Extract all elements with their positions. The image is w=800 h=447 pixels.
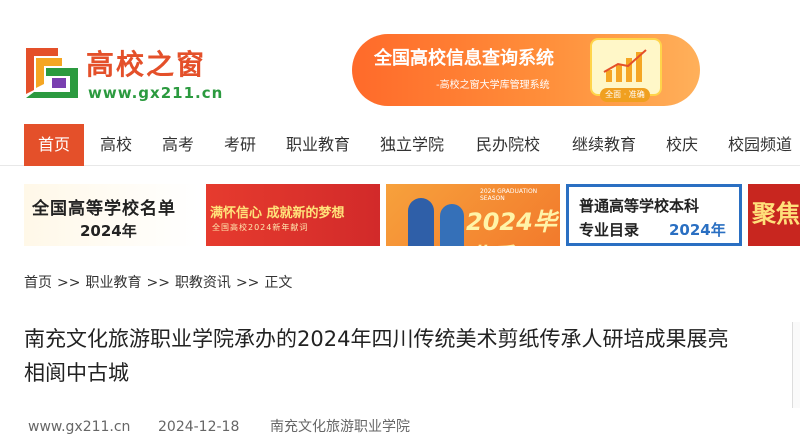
breadcrumb-home[interactable]: 首页 — [24, 272, 52, 294]
banner-line: 2024 GRADUATION SEASON — [480, 188, 538, 202]
main-nav: 首页 高校 高考 考研 职业教育 独立学院 民办院校 继续教育 校庆 校园频道 — [0, 124, 800, 166]
nav-item-vocational[interactable]: 职业教育 — [280, 124, 356, 166]
breadcrumb-current: 正文 — [264, 275, 293, 291]
nav-item-universities[interactable]: 高校 — [90, 124, 142, 166]
breadcrumb-separator: >> — [235, 275, 260, 291]
nav-item-postgrad[interactable]: 考研 — [214, 124, 266, 166]
banner-line: 聚焦 — [752, 200, 800, 228]
banner-line: 2024年 — [669, 221, 726, 239]
nav-item-continuing[interactable]: 继续教育 — [564, 124, 644, 166]
breadcrumb-vocational[interactable]: 职业教育 — [85, 272, 141, 294]
logo-title: 高校之窗 — [86, 48, 207, 81]
side-panel-edge — [792, 322, 800, 408]
promo-banner[interactable]: 全国高校信息查询系统 -高校之窗大学库管理系统 全面 · 准确 — [352, 34, 700, 106]
logo-url: www.gx211.cn — [88, 84, 224, 102]
breadcrumb-separator: >> — [57, 275, 81, 291]
banner-new-year[interactable]: 满怀信心 成就新的梦想 全国高校2024新年献词 — [206, 184, 380, 246]
nav-item-gaokao[interactable]: 高考 — [152, 124, 204, 166]
nav-item-home[interactable]: 首页 — [24, 124, 84, 166]
breadcrumb: 首页 >> 职业教育 >> 职教资讯 >> 正文 — [24, 272, 292, 294]
article-title: 南充文化旅游职业学院承办的2024年四川传统美术剪纸传承人研培成果展亮相阆中古城 — [24, 327, 729, 385]
graduate-figure-icon — [408, 198, 434, 246]
banner-graduation[interactable]: 2024 GRADUATION SEASON 2024毕业季 — [386, 184, 560, 246]
nav-item-campus[interactable]: 校园频道 — [720, 124, 800, 166]
article-author: 南充文化旅游职业学院 — [270, 419, 410, 435]
article-source-site: www.gx211.cn — [28, 419, 131, 435]
site-header: 高校之窗 www.gx211.cn 全国高校信息查询系统 -高校之窗大学库管理系… — [0, 0, 800, 124]
breadcrumb-separator: >> — [146, 275, 170, 291]
banner-line: 2024毕业季 — [466, 208, 557, 246]
article-date: 2024-12-18 — [158, 419, 240, 435]
breadcrumb-news[interactable]: 职教资讯 — [175, 272, 231, 294]
banner-university-list[interactable]: 全国高等学校名单 2024年 — [24, 184, 198, 246]
graduate-figure-icon — [440, 204, 464, 246]
banner-strip: 全国高等学校名单 2024年 满怀信心 成就新的梦想 全国高校2024新年献词 … — [0, 184, 800, 246]
banner-major-catalog[interactable]: 普通高等学校本科 专业目录 2024年 — [566, 184, 742, 246]
promo-subtitle: -高校之窗大学库管理系统 — [436, 80, 550, 91]
promo-button[interactable]: 全面 · 准确 — [600, 88, 650, 102]
nav-item-independent[interactable]: 独立学院 — [372, 124, 452, 166]
banner-line: 满怀信心 成就新的梦想 — [210, 206, 345, 221]
logo-mark-icon — [26, 48, 78, 98]
banner-line: 2024年 — [80, 222, 137, 240]
nav-item-private[interactable]: 民办院校 — [468, 124, 548, 166]
banner-line: 专业目录 — [579, 221, 640, 239]
banner-line: 全国高校2024新年献词 — [212, 223, 309, 232]
banner-focus[interactable]: 聚焦 — [748, 184, 800, 246]
site-logo[interactable]: 高校之窗 www.gx211.cn — [22, 44, 262, 104]
nav-item-anniversary[interactable]: 校庆 — [660, 124, 704, 166]
banner-line: 普通高等学校本科 — [579, 197, 700, 215]
promo-title: 全国高校信息查询系统 — [374, 48, 554, 69]
banner-line: 全国高等学校名单 — [32, 199, 176, 219]
